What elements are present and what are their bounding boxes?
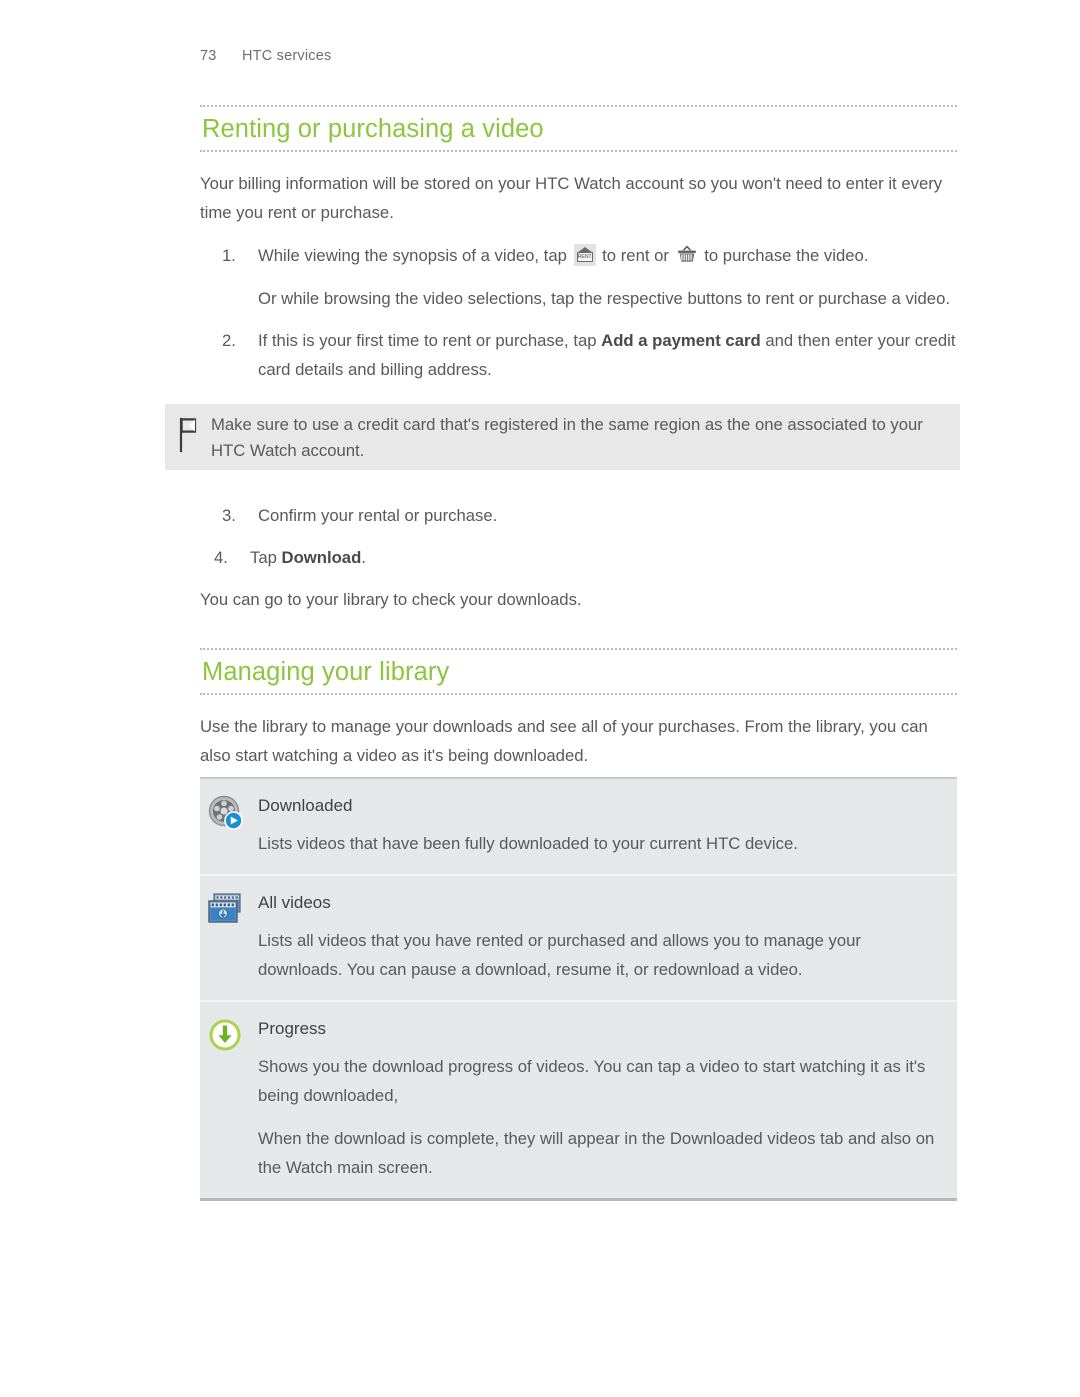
section-heading-renting: Renting or purchasing a video: [200, 105, 957, 153]
section-title: Managing your library: [202, 658, 450, 686]
dotted-rule-bottom: [200, 693, 957, 696]
section-closing-paragraph: You can go to your library to check your…: [200, 590, 582, 609]
dotted-rule-top: [200, 648, 957, 651]
row-description-secondary: When the download is complete, they will…: [258, 1129, 935, 1177]
header-section-title: HTC services: [242, 48, 332, 64]
table-row: Downloaded Lists videos that have been f…: [200, 779, 957, 876]
video-frames-icon: [204, 888, 248, 932]
film-reel-play-icon: [204, 791, 248, 835]
page-number: 73: [200, 48, 217, 64]
row-description: Lists videos that have been fully downlo…: [258, 834, 798, 853]
step-number: 1.: [222, 246, 236, 265]
rent-tag-icon: RENT: [573, 244, 596, 266]
row-title: Downloaded: [258, 796, 353, 815]
step-number: 3.: [222, 506, 236, 525]
add-payment-card-term: Add a payment card: [601, 331, 761, 350]
dotted-rule-bottom: [200, 150, 957, 153]
page-content: Renting or purchasing a video Your billi…: [200, 105, 957, 860]
download-term: Download: [281, 548, 362, 567]
step-1-sub-paragraph: Or while browsing the video selections, …: [258, 289, 950, 308]
step-number: 4.: [214, 548, 228, 567]
table-row: Progress Shows you the download progress…: [200, 1002, 957, 1198]
step-text-before-bold: If this is your first time to rent or pu…: [258, 331, 597, 350]
step-item-3: 3. Confirm your rental or purchase.: [200, 501, 957, 530]
step-text-part-1: While viewing the synopsis of a video, t…: [258, 246, 567, 265]
step-text-after-bold: .: [361, 548, 366, 567]
note-text: Make sure to use a credit card that's re…: [211, 415, 923, 460]
step-text: Confirm your rental or purchase.: [258, 506, 498, 525]
step-item-1: 1. While viewing the synopsis of a video…: [200, 241, 957, 313]
row-description: Lists all videos that you have rented or…: [258, 931, 861, 979]
step-number: 2.: [222, 331, 236, 350]
section-intro-paragraph: Your billing information will be stored …: [200, 174, 943, 222]
steps-list: 1. While viewing the synopsis of a video…: [200, 241, 957, 384]
shopping-basket-icon: [676, 244, 698, 266]
document-page: 73 HTC services Renting or purchasing a v…: [0, 0, 1080, 1397]
row-title: All videos: [258, 893, 331, 912]
note-callout-box: Make sure to use a credit card that's re…: [165, 404, 960, 470]
row-title: Progress: [258, 1019, 327, 1038]
library-intro-paragraph: Use the library to manage your downloads…: [200, 717, 928, 765]
dotted-rule-top: [200, 105, 957, 108]
step-text-part-2: to rent or: [602, 246, 669, 265]
section-heading-library: Managing your library: [200, 648, 957, 696]
step-item-4: 4. Tap Download.: [200, 543, 957, 572]
flag-icon: [175, 417, 203, 453]
download-progress-icon: [204, 1014, 248, 1058]
step-text-part-3: to purchase the video.: [704, 246, 869, 265]
library-categories-table: Downloaded Lists videos that have been f…: [200, 777, 957, 1201]
step-item-2: 2. If this is your first time to rent or…: [200, 326, 957, 384]
section-title: Renting or purchasing a video: [202, 115, 544, 143]
steps-list-continued: 3. Confirm your rental or purchase. 4. T…: [200, 501, 957, 572]
row-description: Shows you the download progress of video…: [258, 1057, 926, 1105]
step-text-before-bold: Tap: [250, 548, 277, 567]
page-header: 73 HTC services: [200, 48, 331, 64]
table-row: All videos Lists all videos that you hav…: [200, 876, 957, 1002]
